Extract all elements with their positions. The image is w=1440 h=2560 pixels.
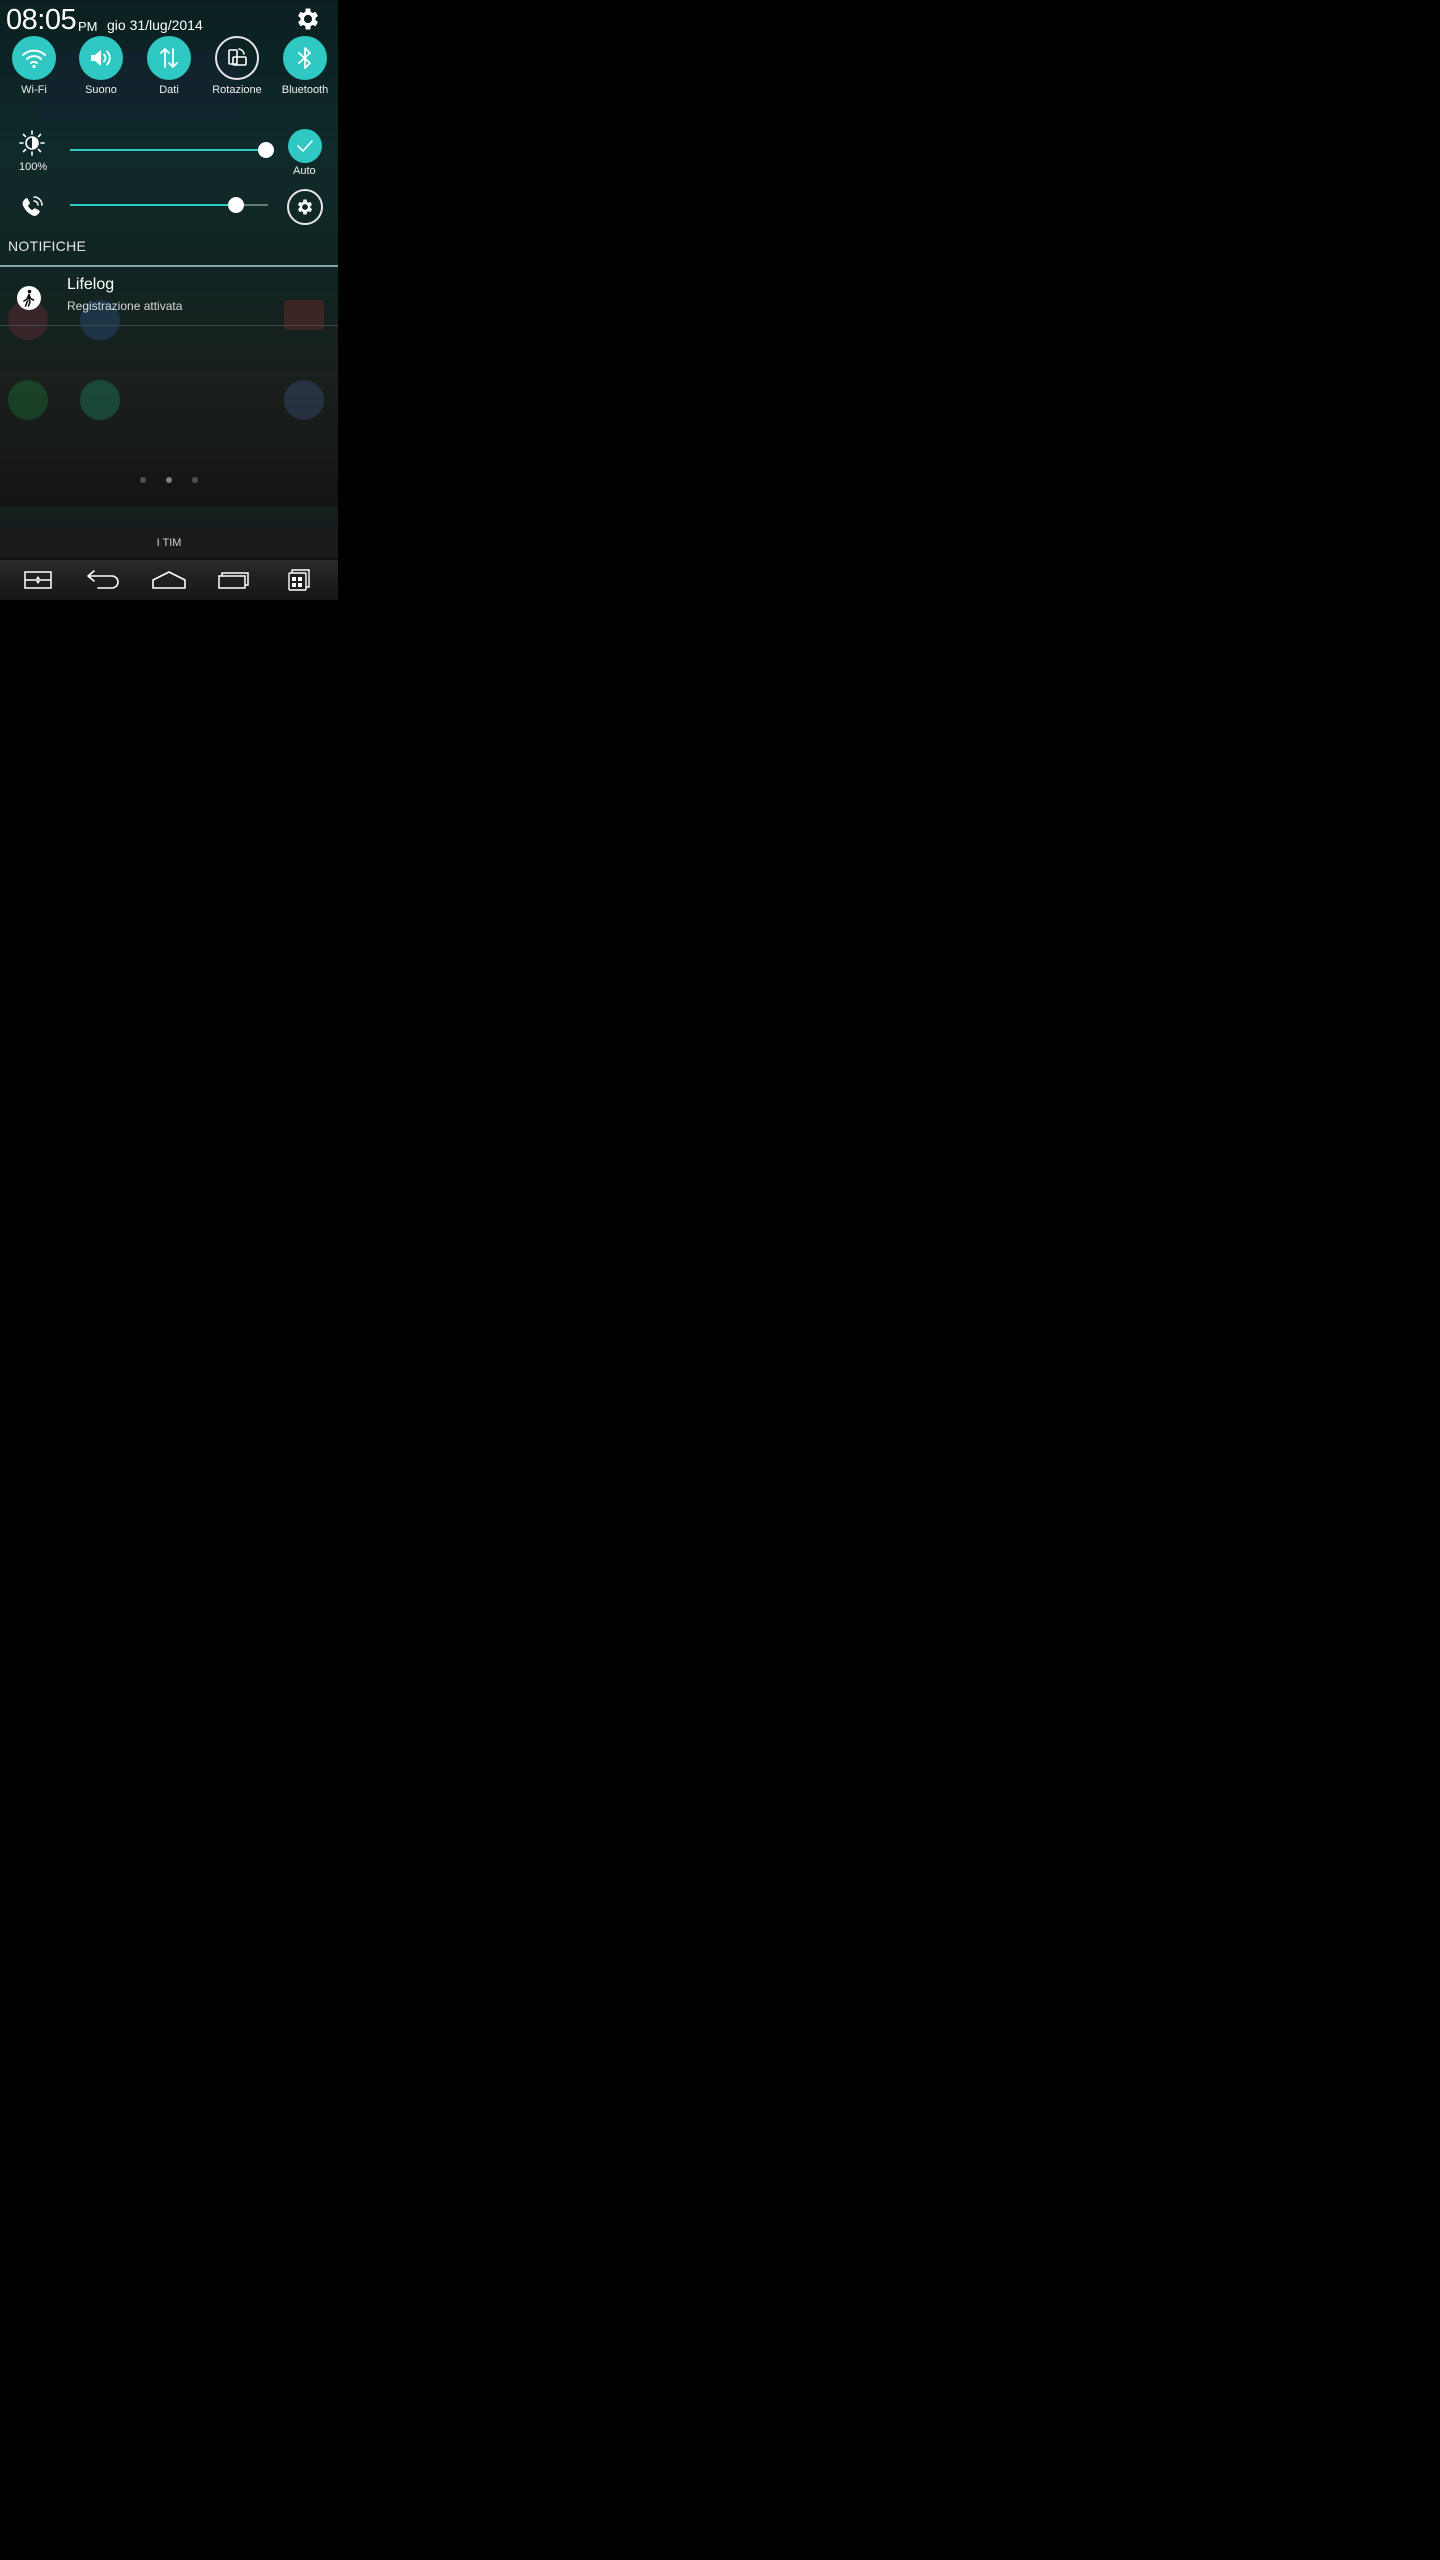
brightness-slider-thumb[interactable] (258, 142, 274, 158)
ringtone-volume-fill (70, 204, 237, 206)
ringtone-volume-thumb[interactable] (228, 197, 245, 213)
toggle-bluetooth-label: Bluetooth (281, 84, 329, 96)
brightness-value: 100% (19, 161, 48, 173)
speaker-icon (79, 36, 123, 80)
toggle-sound-label: Suono (85, 84, 117, 96)
toggle-data-label: Dati (159, 84, 179, 96)
clock-ampm: PM (78, 19, 98, 34)
notification-title: Lifelog (67, 276, 115, 293)
dual-window-icon[interactable] (18, 566, 58, 594)
rotation-icon (215, 36, 259, 80)
wifi-icon (12, 36, 56, 80)
toggle-data[interactable]: Dati (137, 36, 201, 96)
data-arrows-icon (147, 36, 191, 80)
auto-brightness-button[interactable] (288, 129, 322, 163)
volume-settings-button[interactable] (287, 189, 323, 225)
walking-person-icon (17, 286, 41, 310)
navigation-bar (0, 560, 338, 600)
page-indicator-dot (140, 477, 146, 483)
toggle-bluetooth[interactable]: Bluetooth (273, 36, 337, 96)
recent-apps-icon[interactable] (214, 566, 254, 594)
bluetooth-icon (283, 36, 327, 80)
home-icon[interactable] (149, 566, 189, 594)
brightness-icon (18, 129, 46, 157)
date-label: gio 31/lug/2014 (107, 17, 203, 33)
toggle-wifi-label: Wi-Fi (21, 84, 47, 96)
toggle-rotation[interactable]: Rotazione (205, 36, 269, 96)
toggle-rotation-label: Rotazione (212, 84, 262, 96)
background-app-icon (8, 380, 48, 420)
qslide-icon[interactable] (279, 566, 319, 594)
page-indicator-dot (166, 477, 172, 483)
notification-separator (0, 325, 338, 326)
carrier-label: I TIM (156, 537, 182, 549)
ringtone-volume-slider[interactable] (70, 197, 268, 213)
background-app-icon (284, 380, 324, 420)
phone-ring-icon (18, 193, 46, 221)
toggle-wifi[interactable]: Wi-Fi (2, 36, 66, 96)
notifications-header: NOTIFICHE (8, 238, 87, 254)
toggle-sound[interactable]: Suono (69, 36, 133, 96)
background-app-icon (80, 380, 120, 420)
checkmark-icon (297, 140, 313, 152)
page-indicator-dot (192, 477, 198, 483)
background-dock (0, 506, 338, 528)
auto-brightness-label: Auto (293, 165, 316, 177)
notification-shade: 08:05 PM gio 31/lug/2014 Wi-Fi Suono Dat… (0, 0, 338, 600)
back-icon[interactable] (83, 566, 123, 594)
settings-gear-icon[interactable] (294, 5, 322, 33)
brightness-slider[interactable] (70, 142, 274, 158)
notifications-divider (0, 265, 338, 267)
brightness-slider-fill (70, 149, 266, 151)
notification-text: Registrazione attivata (67, 299, 183, 313)
notification-lifelog[interactable]: Lifelog Registrazione attivata (0, 268, 338, 324)
gear-icon (297, 199, 313, 215)
clock-time: 08:05 (6, 4, 77, 36)
